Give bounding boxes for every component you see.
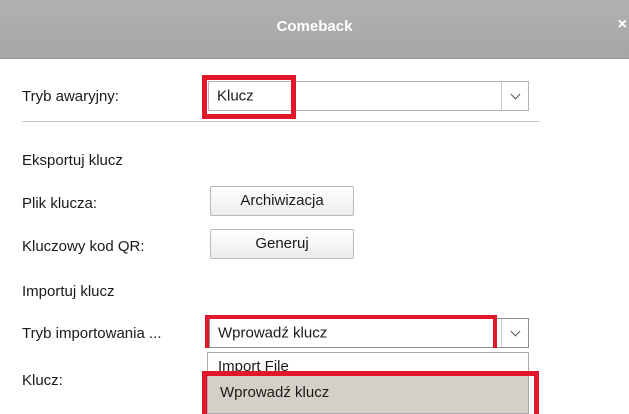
import-mode-label: Tryb importowania ...: [22, 325, 162, 342]
import-key-heading: Importuj klucz: [22, 283, 115, 300]
export-key-heading: Eksportuj klucz: [22, 152, 123, 169]
backup-button[interactable]: Archiwizacja: [210, 186, 354, 216]
highlight-box-option: [202, 371, 539, 414]
chevron-down-icon[interactable]: [501, 82, 528, 110]
emergency-mode-label: Tryb awaryjny:: [22, 88, 119, 105]
chevron-down-icon[interactable]: [501, 319, 528, 347]
divider: [22, 121, 540, 122]
title-bar: Comeback ×: [0, 0, 629, 59]
highlight-box-mode: [202, 75, 296, 119]
generate-button[interactable]: Generuj: [210, 229, 354, 259]
window-title: Comeback: [276, 18, 353, 35]
key-label: Klucz:: [22, 372, 63, 389]
close-icon[interactable]: ×: [618, 16, 627, 34]
highlight-box-import-mode: [205, 315, 497, 348]
key-file-label: Plik klucza:: [22, 195, 98, 212]
qr-code-label: Kluczowy kod QR:: [22, 238, 145, 255]
